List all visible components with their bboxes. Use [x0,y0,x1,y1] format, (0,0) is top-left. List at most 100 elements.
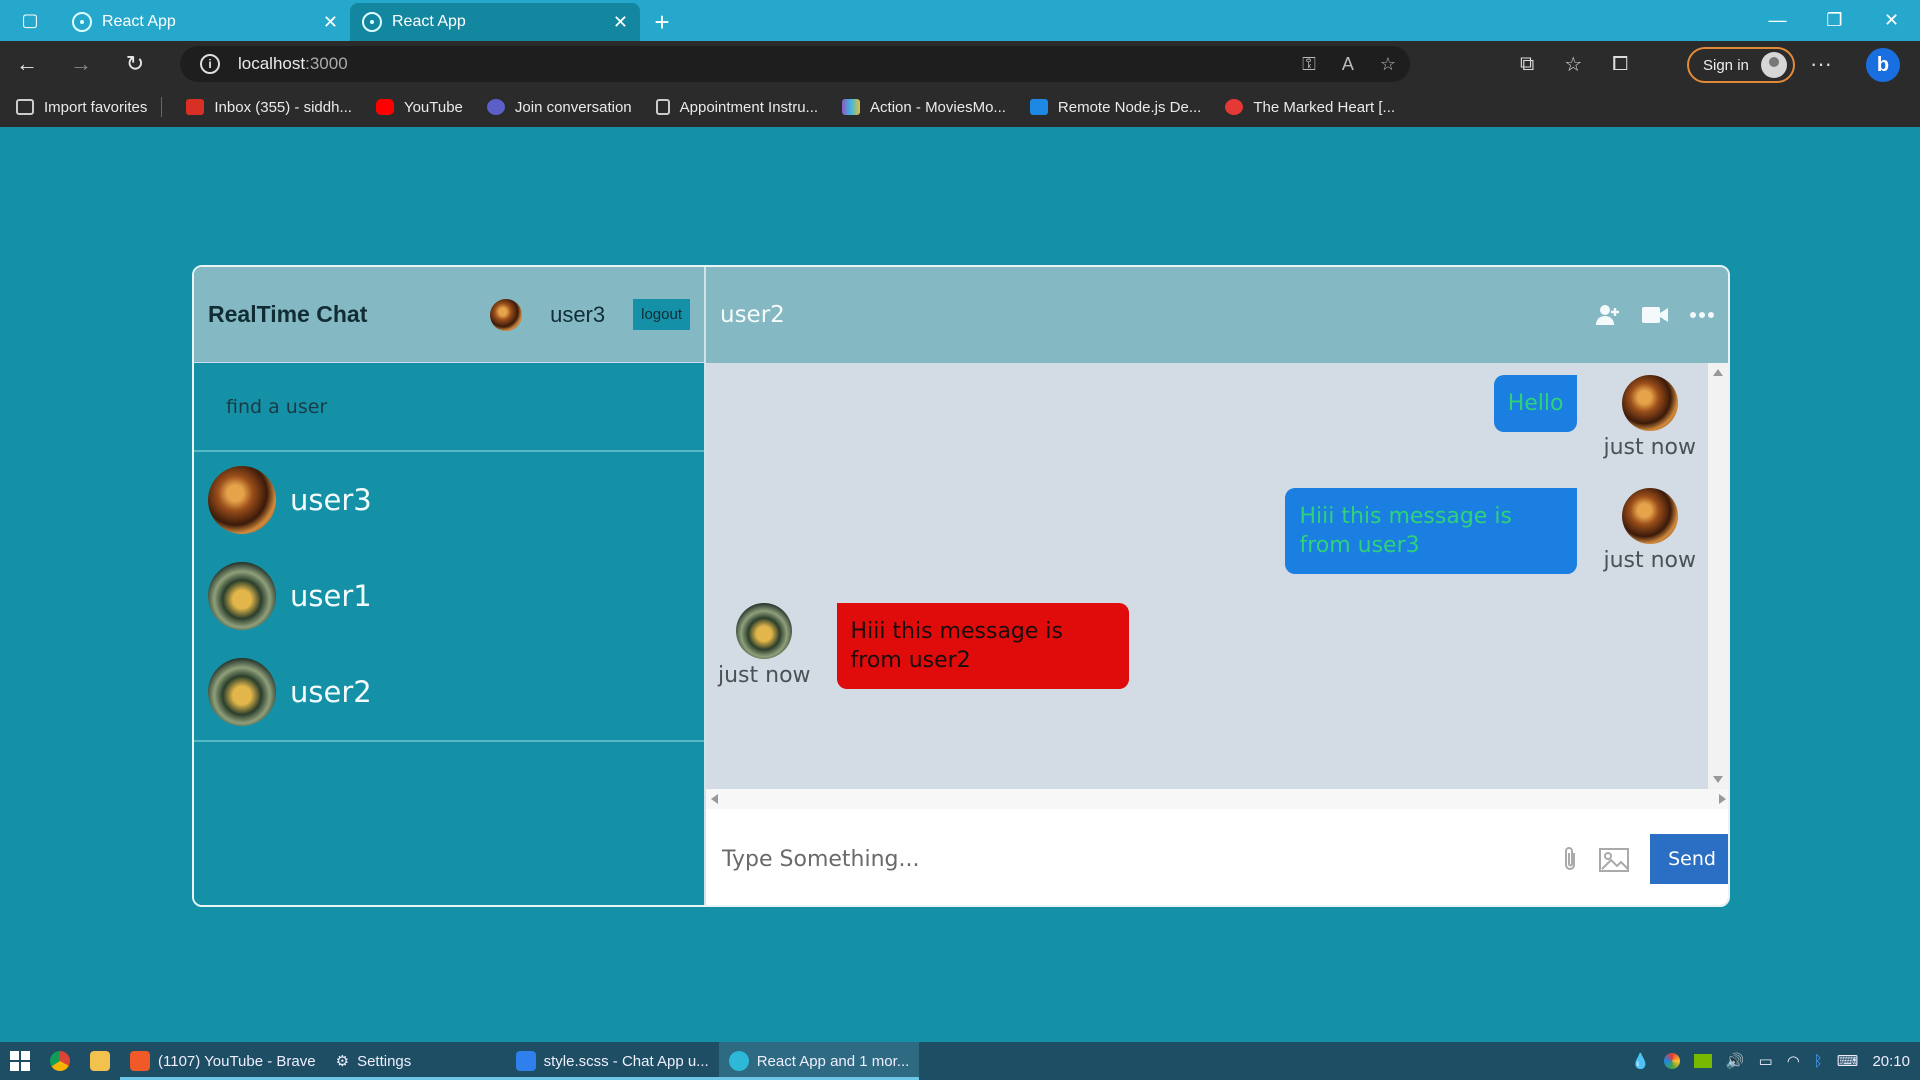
chat-header: user2 [706,267,1728,363]
url-port: :3000 [305,54,348,73]
sign-in-label: Sign in [1703,56,1749,74]
favorite-label: Import favorites [44,98,148,116]
logout-button[interactable]: logout [633,299,690,330]
message-received: just now Hiii this message is from user2 [718,603,1129,689]
tab-actions-icon[interactable]: ▢ [0,0,60,41]
gear-icon: ⚙ [335,1053,350,1070]
taskbar-item-label: React App and 1 mor... [756,1052,910,1070]
read-aloud-icon[interactable]: A [1342,54,1354,75]
close-tab-icon[interactable]: ✕ [613,12,628,33]
more-options-icon[interactable] [1690,311,1714,319]
avatar [1621,375,1678,431]
keyboard-icon[interactable]: ⌨ [1837,1052,1859,1070]
back-icon[interactable]: ← [0,41,54,87]
messages-area: just now Hello just now Hiii this messag… [706,363,1728,789]
user-item-user2[interactable]: user2 [194,644,704,740]
bluetooth-icon[interactable]: ᛒ [1814,1053,1823,1070]
tab-react-app-1[interactable]: React App ✕ [60,3,350,41]
chrome-taskbar-icon[interactable] [40,1042,80,1080]
attach-icon[interactable] [1562,845,1578,873]
message-bubble: Hiii this message is from user2 [836,603,1129,689]
movies-icon [842,99,861,115]
scroll-down-icon[interactable] [1713,776,1723,783]
start-button[interactable] [0,1042,40,1080]
favorite-moviesmod[interactable]: Action - MoviesMo... [842,99,1006,116]
wifi-icon[interactable]: ◠ [1787,1052,1800,1070]
tab-title: React App [102,13,176,30]
import-icon [16,99,34,115]
gmail-icon [186,99,205,115]
favorite-label: Remote Node.js De... [1057,98,1202,116]
send-button[interactable]: Send [1650,834,1728,884]
taskbar-item-edge[interactable]: React App and 1 mor... [718,1042,920,1080]
forward-icon[interactable]: → [54,41,108,87]
chat-app-container: RealTime Chat user3 logout find a user u… [192,265,1730,907]
favorite-appointment[interactable]: Appointment Instru... [655,98,819,116]
avatar [208,562,276,630]
refresh-icon[interactable]: ↻ [108,41,162,87]
avatar [208,658,276,726]
scroll-left-icon[interactable] [711,794,718,804]
color-icon[interactable] [1663,1053,1680,1069]
add-favorite-icon[interactable]: ☆ [1380,54,1396,75]
drop-icon[interactable]: 💧 [1631,1052,1650,1070]
app-logo: RealTime Chat [208,301,368,327]
user-search-input[interactable]: find a user [194,363,704,452]
favorite-label: Appointment Instru... [679,98,819,116]
windows-icon [10,1051,30,1071]
bing-icon[interactable]: b [1866,48,1900,82]
tab-react-app-2[interactable]: React App ✕ [350,3,640,41]
close-window-icon[interactable]: ✕ [1863,0,1920,41]
scroll-right-icon[interactable] [1719,794,1726,804]
nvidia-icon[interactable] [1693,1054,1712,1068]
favorite-remote-node[interactable]: Remote Node.js De... [1029,98,1202,116]
messages-horizontal-scrollbar[interactable] [706,789,1728,809]
key-icon[interactable]: ⚿ [1302,54,1316,75]
taskbar-item-label: Settings [357,1052,412,1070]
new-tab-button[interactable]: + [640,3,684,41]
taskbar-item-settings[interactable]: ⚙ Settings [325,1042,506,1080]
more-options-icon[interactable]: ··· [1810,41,1832,87]
react-icon [72,12,92,32]
message-input[interactable] [722,846,1562,872]
favorite-label: Join conversation [514,98,632,116]
message-info: just now [1603,375,1696,460]
url-input[interactable]: i localhost:3000 ⚿ A ☆ [180,46,1410,82]
taskbar: (1107) YouTube - Brave ⚙ Settings style.… [0,1042,1920,1080]
favorite-youtube[interactable]: YouTube [375,99,463,116]
close-tab-icon[interactable]: ✕ [323,12,338,33]
favorite-import[interactable]: Import favorites [16,99,147,116]
avatar [1621,488,1678,544]
site-info-icon[interactable]: i [200,54,220,74]
messages-vertical-scrollbar[interactable] [1708,363,1728,789]
avatar [736,603,793,659]
file-explorer-taskbar-icon[interactable] [80,1042,120,1080]
minimize-icon[interactable]: — [1749,0,1806,41]
taskbar-item-vscode[interactable]: style.scss - Chat App u... [505,1042,719,1080]
user-item-user3[interactable]: user3 [194,452,704,548]
favorites-divider [161,97,163,117]
volume-icon[interactable]: 🔊 [1726,1052,1745,1070]
taskbar-item-brave[interactable]: (1107) YouTube - Brave [120,1042,326,1080]
image-upload-icon[interactable] [1598,845,1630,873]
favorites-icon[interactable]: ☆ [1564,52,1582,77]
favorite-inbox[interactable]: Inbox (355) - siddh... [186,99,352,116]
restore-icon[interactable]: ❐ [1806,0,1863,41]
window-controls: — ❐ ✕ [1749,0,1920,41]
collections-icon[interactable]: ⧠ [1612,53,1628,76]
favorite-marked-heart[interactable]: The Marked Heart [... [1225,99,1395,116]
rs-icon [1029,99,1048,115]
sign-in-button[interactable]: Sign in [1687,47,1795,83]
favorite-join-conversation[interactable]: Join conversation [486,98,632,116]
chat-panel: user2 just now Hello just now Hiii this … [706,267,1728,905]
favorites-bar: Import favorites Inbox (355) - siddh... … [0,87,1920,127]
message-owner: just now Hiii this message is from user3 [1285,488,1696,574]
add-user-icon[interactable] [1596,304,1620,326]
video-call-icon[interactable] [1642,306,1668,324]
battery-icon[interactable]: ▭ [1759,1052,1773,1070]
extensions-icon[interactable]: ⧉ [1520,53,1534,76]
clock[interactable]: 20:10 [1872,1053,1910,1070]
scroll-up-icon[interactable] [1713,369,1723,376]
system-tray: 💧 🔊 ▭ ◠ ᛒ ⌨ 20:10 [1631,1042,1910,1080]
user-item-user1[interactable]: user1 [194,548,704,644]
